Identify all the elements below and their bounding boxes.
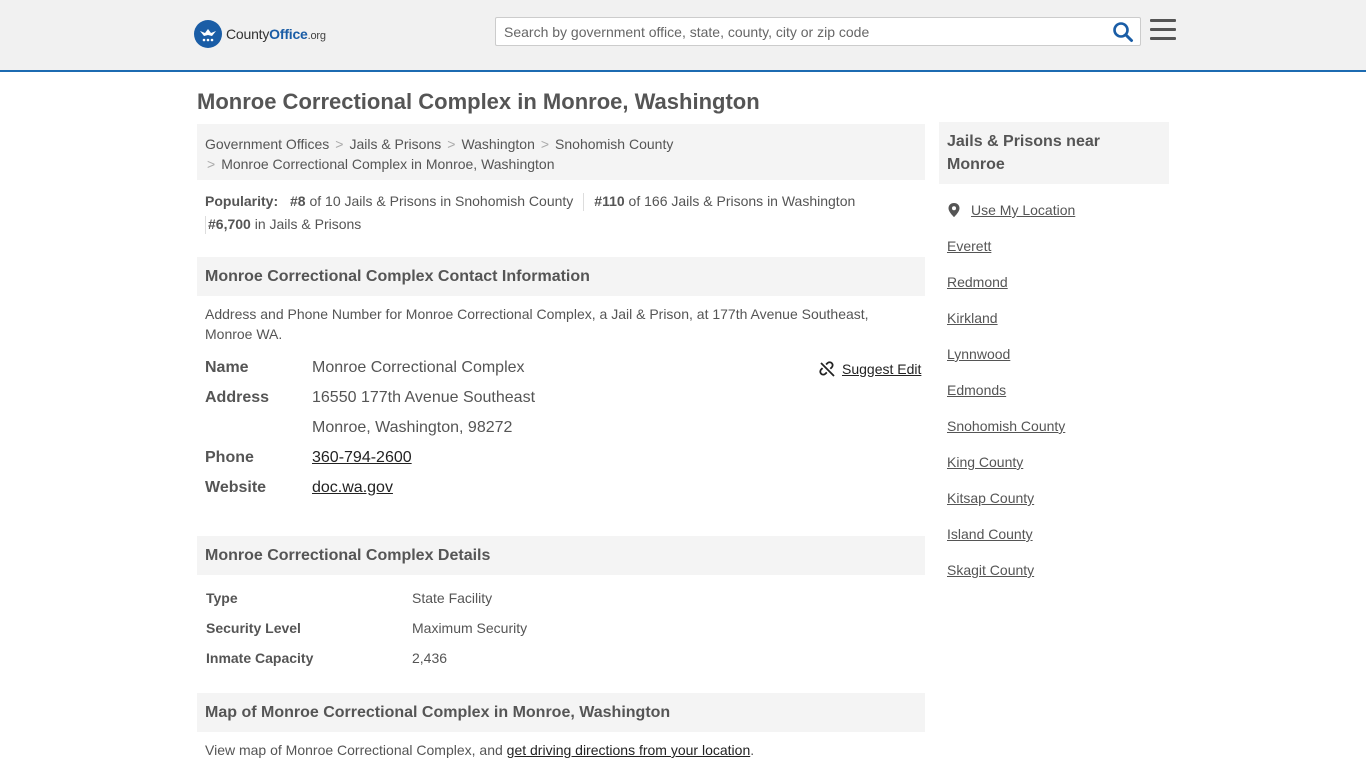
detail-value: 2,436	[412, 650, 448, 666]
detail-value: State Facility	[412, 590, 493, 606]
nearby-link-island-county[interactable]: Island County	[947, 526, 1033, 542]
sidebar-heading: Jails & Prisons near Monroe	[939, 122, 1169, 184]
search-input[interactable]	[496, 18, 1096, 45]
popularity-label: Popularity:	[205, 193, 279, 209]
divider	[205, 216, 206, 235]
logo-suffix: .org	[307, 30, 326, 42]
logo-wordmark: CountyOffice.org	[226, 26, 326, 42]
list-item: Island County	[947, 524, 1065, 560]
nearby-link-redmond[interactable]: Redmond	[947, 274, 1008, 290]
nearby-link-edmonds[interactable]: Edmonds	[947, 382, 1006, 398]
menu-bar	[1150, 19, 1176, 22]
list-item: Lynnwood	[947, 344, 1065, 380]
website-link[interactable]: doc.wa.gov	[312, 479, 393, 496]
breadcrumb-separator: >	[335, 136, 344, 152]
list-item: Snohomish County	[947, 416, 1065, 452]
page-title: Monroe Correctional Complex in Monroe, W…	[197, 89, 760, 114]
popularity-stats: Popularity: #8 of 10 Jails & Prisons in …	[205, 190, 925, 236]
broken-link-icon	[819, 360, 835, 377]
popularity-rank-state: #110	[594, 193, 625, 209]
breadcrumb-government-offices[interactable]: Government Offices	[205, 136, 329, 152]
detail-label: Inmate Capacity	[206, 650, 314, 666]
nearby-link-kirkland[interactable]: Kirkland	[947, 310, 998, 326]
hamburger-menu-icon[interactable]	[1150, 19, 1176, 43]
detail-label: Security Level	[206, 620, 301, 636]
driving-directions-link[interactable]: get driving directions from your locatio…	[507, 742, 751, 758]
use-my-location-link[interactable]: Use My Location	[971, 200, 1075, 220]
breadcrumb: Government Offices > Jails & Prisons > Washi…	[197, 124, 925, 180]
breadcrumb-snohomish-county[interactable]: Snohomish County	[555, 136, 673, 152]
detail-value: Maximum Security	[412, 620, 528, 636]
list-item: Edmonds	[947, 380, 1065, 416]
breadcrumb-washington[interactable]: Washington	[461, 136, 534, 152]
nearby-link-everett[interactable]: Everett	[947, 238, 991, 254]
eagle-seal-icon	[194, 20, 222, 48]
menu-bar	[1150, 37, 1176, 40]
list-item: Skagit County	[947, 560, 1065, 596]
address-line2: Monroe, Washington, 98272	[312, 419, 513, 436]
nearby-link-kitsap-county[interactable]: Kitsap County	[947, 490, 1034, 506]
nearby-list: Everett Redmond Kirkland Lynnwood Edmond…	[947, 236, 1065, 596]
logo-brand: Office	[269, 26, 308, 42]
contact-heading: Monroe Correctional Complex Contact Info…	[197, 257, 925, 296]
breadcrumb-jails-prisons[interactable]: Jails & Prisons	[349, 136, 441, 152]
list-item: Everett	[947, 236, 1065, 272]
search-icon[interactable]	[1112, 21, 1134, 43]
breadcrumb-separator: >	[540, 136, 550, 152]
nearby-link-king-county[interactable]: King County	[947, 454, 1023, 470]
location-pin-icon	[948, 203, 960, 217]
website-label: Website	[205, 479, 267, 496]
popularity-text-national: in Jails & Prisons	[250, 216, 362, 232]
menu-bar	[1150, 28, 1176, 31]
address-label: Address	[205, 389, 270, 406]
contact-description: Address and Phone Number for Monroe Corr…	[205, 306, 869, 342]
breadcrumb-separator: >	[447, 136, 456, 152]
breadcrumb-separator: >	[207, 156, 216, 172]
details-heading: Monroe Correctional Complex Details	[197, 536, 925, 575]
name-value: Monroe Correctional Complex	[312, 359, 525, 376]
nearby-link-lynnwood[interactable]: Lynnwood	[947, 346, 1010, 362]
use-my-location[interactable]: Use My Location	[947, 200, 1075, 220]
popularity-rank-county: #8	[290, 193, 306, 209]
site-logo[interactable]: CountyOffice.org	[194, 20, 326, 48]
nearby-link-skagit-county[interactable]: Skagit County	[947, 562, 1034, 578]
map-description: View map of Monroe Correctional Complex,…	[205, 740, 905, 760]
list-item: Kirkland	[947, 308, 1065, 344]
divider	[583, 193, 585, 212]
nearby-link-snohomish-county[interactable]: Snohomish County	[947, 418, 1065, 434]
name-label: Name	[205, 359, 249, 376]
address-line1: 16550 177th Avenue Southeast	[312, 389, 536, 406]
logo-main: County	[226, 26, 270, 42]
map-text: View map of Monroe Correctional Complex,…	[205, 742, 507, 758]
phone-label: Phone	[205, 449, 254, 466]
detail-label: Type	[206, 590, 238, 606]
popularity-text-state: of 166 Jails & Prisons in Washington	[624, 193, 856, 209]
phone-link[interactable]: 360-794-2600	[312, 449, 412, 466]
list-item: Redmond	[947, 272, 1065, 308]
map-heading: Map of Monroe Correctional Complex in Mo…	[197, 693, 925, 732]
top-bar: CountyOffice.org	[0, 0, 1366, 72]
breadcrumb-current: Monroe Correctional Complex in Monroe, W…	[221, 156, 555, 172]
suggest-edit-link[interactable]: Suggest Edit	[842, 358, 921, 380]
list-item: Kitsap County	[947, 488, 1065, 524]
search-box	[495, 17, 1141, 46]
list-item: King County	[947, 452, 1065, 488]
popularity-rank-national: #6,700	[208, 216, 251, 232]
map-suffix: .	[750, 742, 755, 758]
suggest-edit[interactable]: Suggest Edit	[819, 358, 921, 380]
popularity-text-county: of 10 Jails & Prisons in Snohomish Count…	[305, 193, 574, 209]
